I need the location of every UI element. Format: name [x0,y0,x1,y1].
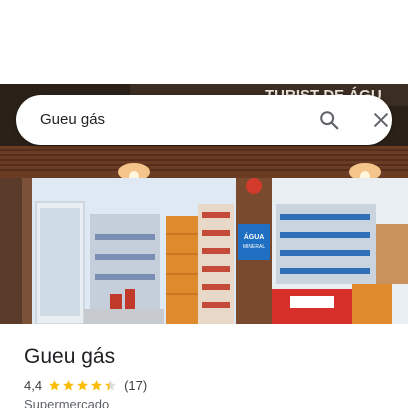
search-input[interactable]: Gueu gás [40,110,105,130]
place-category: Supermercado [24,397,110,408]
rating-value: 4,4 [24,377,43,393]
search-icon[interactable] [316,107,342,133]
star-icon [77,379,88,390]
place-info-panel[interactable]: Gueu gás 4,4 (17) Supermercado [0,324,408,408]
map-top-area [0,0,408,84]
svg-text:MINERAL: MINERAL [243,244,265,250]
close-icon[interactable] [368,107,394,133]
star-rating [48,379,118,392]
star-icon [63,379,74,390]
rating-row[interactable]: 4,4 (17) [24,376,147,394]
star-icon [49,379,60,390]
place-name: Gueu gás [24,345,116,368]
svg-text:ÁGUA: ÁGUA [244,232,265,241]
star-icon [91,379,102,390]
search-bar[interactable]: Gueu gás [16,95,392,145]
star-icon [105,379,116,390]
review-count[interactable]: (17) [124,378,147,393]
